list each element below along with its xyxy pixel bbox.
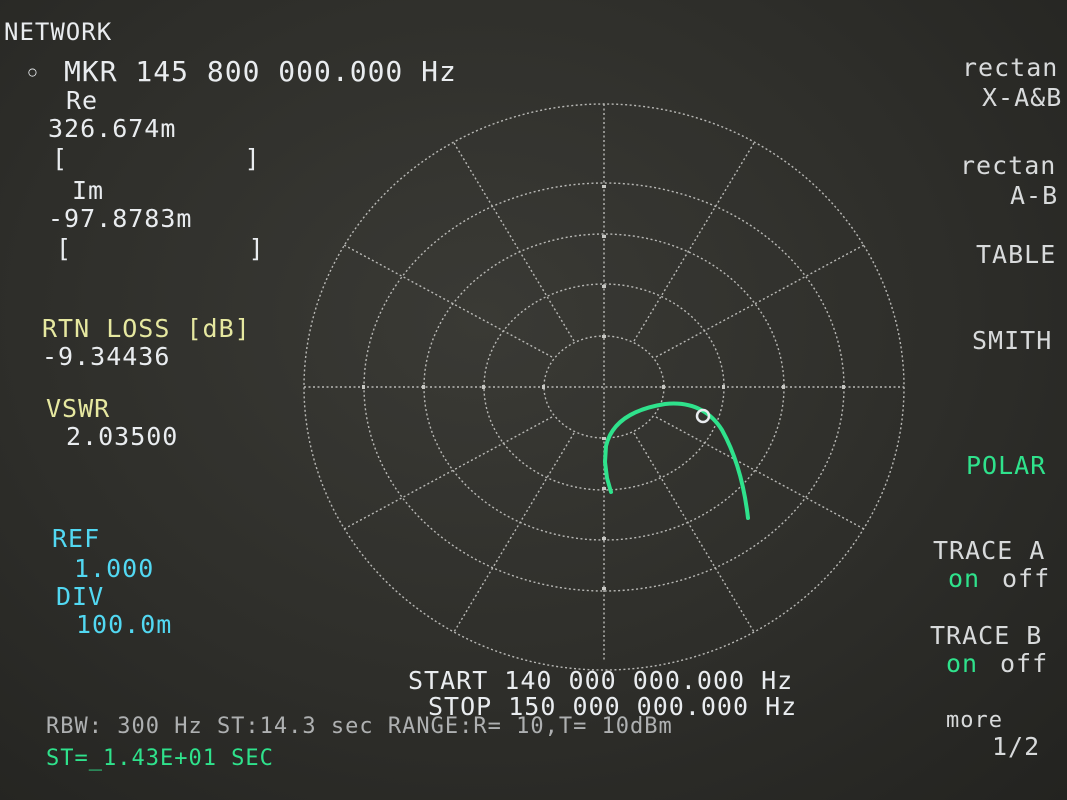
polar-grid bbox=[303, 103, 905, 671]
vswr-label: VSWR bbox=[46, 394, 111, 423]
softkey-trace-b-label: TRACE B bbox=[930, 621, 1043, 650]
trace-a-curve bbox=[602, 401, 750, 520]
softkey-rectan-x-ab-line1: rectan bbox=[962, 53, 1059, 82]
instrument-mode-title: NETWORK bbox=[4, 18, 113, 46]
imag-label: Im bbox=[72, 176, 105, 205]
softkey-trace-a-label: TRACE A bbox=[933, 536, 1046, 565]
return-loss-label: RTN LOSS [dB] bbox=[42, 314, 251, 343]
grid-spoke-60 bbox=[633, 142, 755, 342]
softkey-polar[interactable]: POLAR bbox=[966, 453, 1046, 478]
trace-b-off: off bbox=[1000, 649, 1049, 678]
real-label: Re bbox=[66, 86, 99, 115]
grid-spoke-330 bbox=[655, 416, 865, 530]
softkey-table[interactable]: TABLE bbox=[976, 242, 1056, 267]
sweep-time: ST=_1.43E+01 SEC bbox=[46, 746, 274, 771]
status-line: RBW: 300 Hz ST:14.3 sec RANGE:R= 10,T= 1… bbox=[46, 714, 673, 739]
ref-value: 1.000 bbox=[74, 554, 155, 583]
div-value: 100.0m bbox=[76, 610, 173, 639]
softkey-rectan-ab-line2: A-B bbox=[1010, 181, 1059, 210]
marker-symbol: ◦ bbox=[24, 57, 42, 90]
trace-b-on: on bbox=[946, 649, 979, 678]
grid-spoke-30 bbox=[655, 244, 865, 358]
trace-a-on: on bbox=[948, 564, 981, 593]
grid-spoke-120 bbox=[453, 142, 575, 342]
softkey-more-label: more bbox=[946, 708, 1003, 733]
softkey-rectan-x-ab-line2: X-A&B bbox=[982, 83, 1063, 112]
div-label: DIV bbox=[56, 582, 105, 611]
softkey-rectan-ab-line1: rectan bbox=[960, 151, 1057, 180]
real-value: 326.674m bbox=[48, 114, 177, 143]
imag-value: -97.8783m bbox=[48, 204, 193, 233]
trace-a-off: off bbox=[1002, 564, 1051, 593]
real-entry-field[interactable]: [ ] bbox=[52, 146, 261, 171]
softkey-smith[interactable]: SMITH bbox=[972, 328, 1052, 353]
softkey-more-page: 1/2 bbox=[992, 732, 1041, 761]
grid-spoke-150 bbox=[343, 244, 553, 358]
grid-spoke-210 bbox=[343, 416, 553, 530]
return-loss-value: -9.34436 bbox=[42, 342, 171, 371]
marker-frequency: MKR 145 800 000.000 Hz bbox=[64, 55, 457, 88]
sweep-start: START 140 000 000.000 Hz bbox=[408, 666, 794, 695]
analyzer-screen: { "title": "NETWORK", "marker": { "symbo… bbox=[0, 0, 1067, 800]
vswr-value: 2.03500 bbox=[66, 422, 179, 451]
imag-entry-field[interactable]: [ ] bbox=[56, 236, 265, 261]
ref-label: REF bbox=[52, 524, 101, 553]
grid-spoke-240 bbox=[453, 432, 575, 633]
